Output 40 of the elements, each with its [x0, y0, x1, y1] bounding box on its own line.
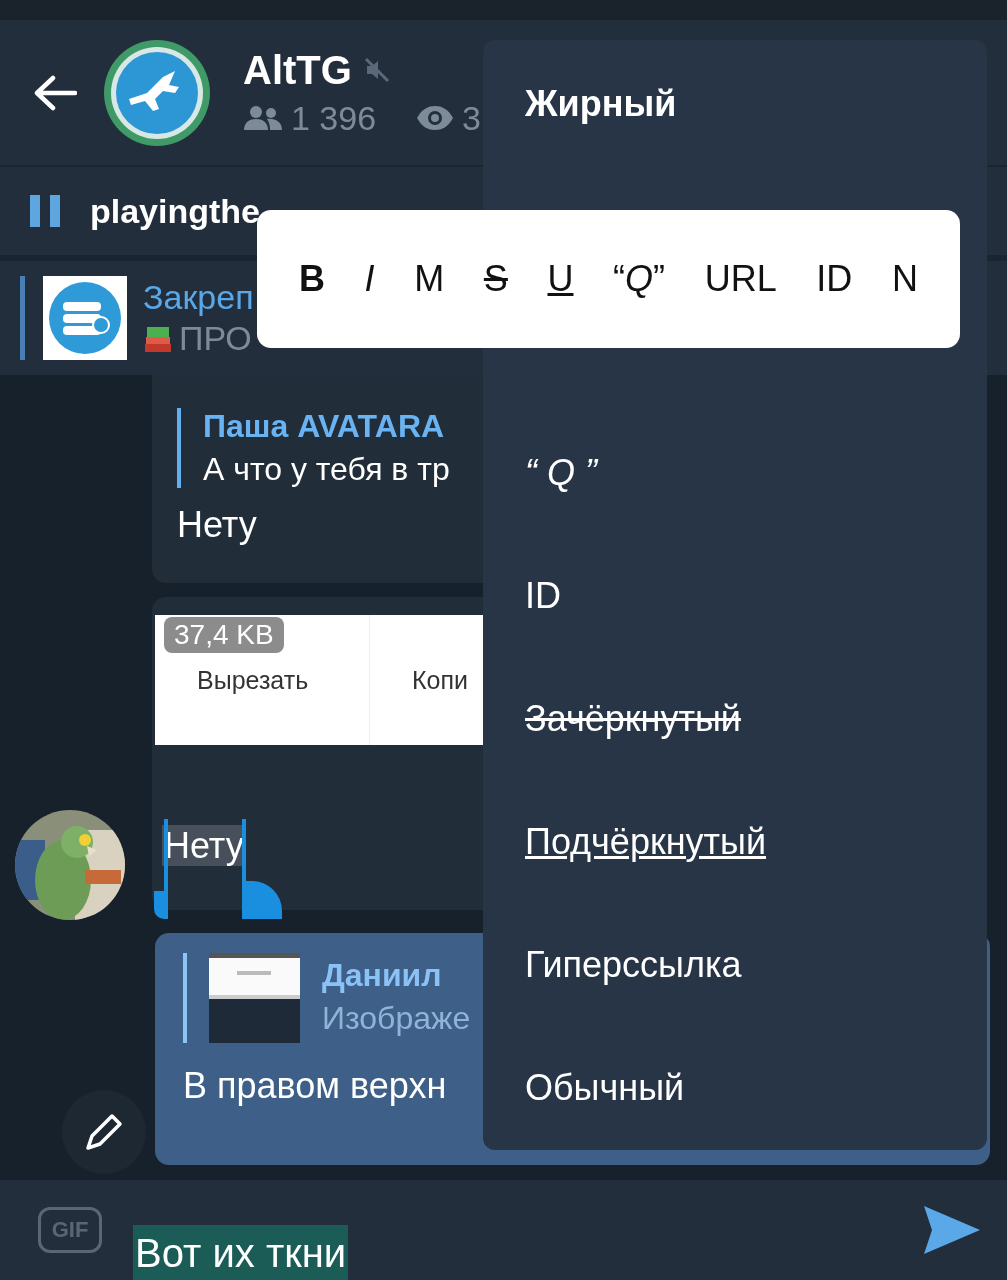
menu-item[interactable]: Жирный	[483, 42, 987, 165]
file-size-badge: 37,4 KB	[164, 617, 284, 653]
toolbar-button[interactable]: I	[360, 258, 379, 300]
message-text: В правом верхн	[183, 1065, 447, 1106]
selection-handle[interactable]	[154, 819, 170, 919]
channel-avatar[interactable]	[103, 38, 211, 147]
pinned-preview: ПРО	[179, 319, 252, 358]
toolbar-button[interactable]: “Q”	[609, 258, 670, 300]
reply-author: Паша AVATARA	[203, 408, 446, 445]
toolbar-button[interactable]: S	[479, 258, 512, 300]
reply-author: Даниил	[322, 957, 443, 994]
eye-icon	[416, 105, 455, 131]
message-input[interactable]: Вот их ткни	[133, 1180, 924, 1280]
pause-icon[interactable]	[30, 195, 60, 227]
selection-handle[interactable]	[241, 819, 282, 919]
menu-item[interactable]: Гиперссылка	[483, 903, 987, 1026]
message-text: Нету	[177, 504, 257, 545]
toolbar-button[interactable]: M	[410, 258, 449, 300]
toolbar-button[interactable]: U	[543, 258, 578, 300]
reply-text: А что у тебя в тр	[203, 451, 450, 488]
reply-text: Изображе	[322, 1000, 471, 1037]
toolbar-button[interactable]: N	[887, 258, 922, 300]
menu-item[interactable]: Подчёркнутый	[483, 780, 987, 903]
menu-item[interactable]: Зачёркнутый	[483, 657, 987, 780]
menu-item[interactable]: Обычный	[483, 1026, 987, 1149]
member-count: 1 396	[291, 98, 377, 138]
members-icon	[243, 105, 283, 131]
menu-item[interactable]: “ Q ”	[483, 411, 987, 534]
pinned-label: Закреп	[143, 278, 254, 317]
channel-title: AltTG	[243, 47, 352, 93]
send-icon[interactable]	[924, 1206, 980, 1254]
server-icon	[43, 276, 127, 360]
menu-item[interactable]: ID	[483, 534, 987, 657]
back-arrow-icon[interactable]	[33, 74, 77, 111]
toolbar-button[interactable]: URL	[700, 258, 781, 300]
pencil-icon[interactable]	[62, 1090, 146, 1174]
view-count: 3	[462, 98, 481, 138]
toolbar-button[interactable]: B	[295, 258, 329, 300]
toolbar-button[interactable]: ID	[812, 258, 857, 300]
track-title: playingthe	[90, 191, 261, 231]
